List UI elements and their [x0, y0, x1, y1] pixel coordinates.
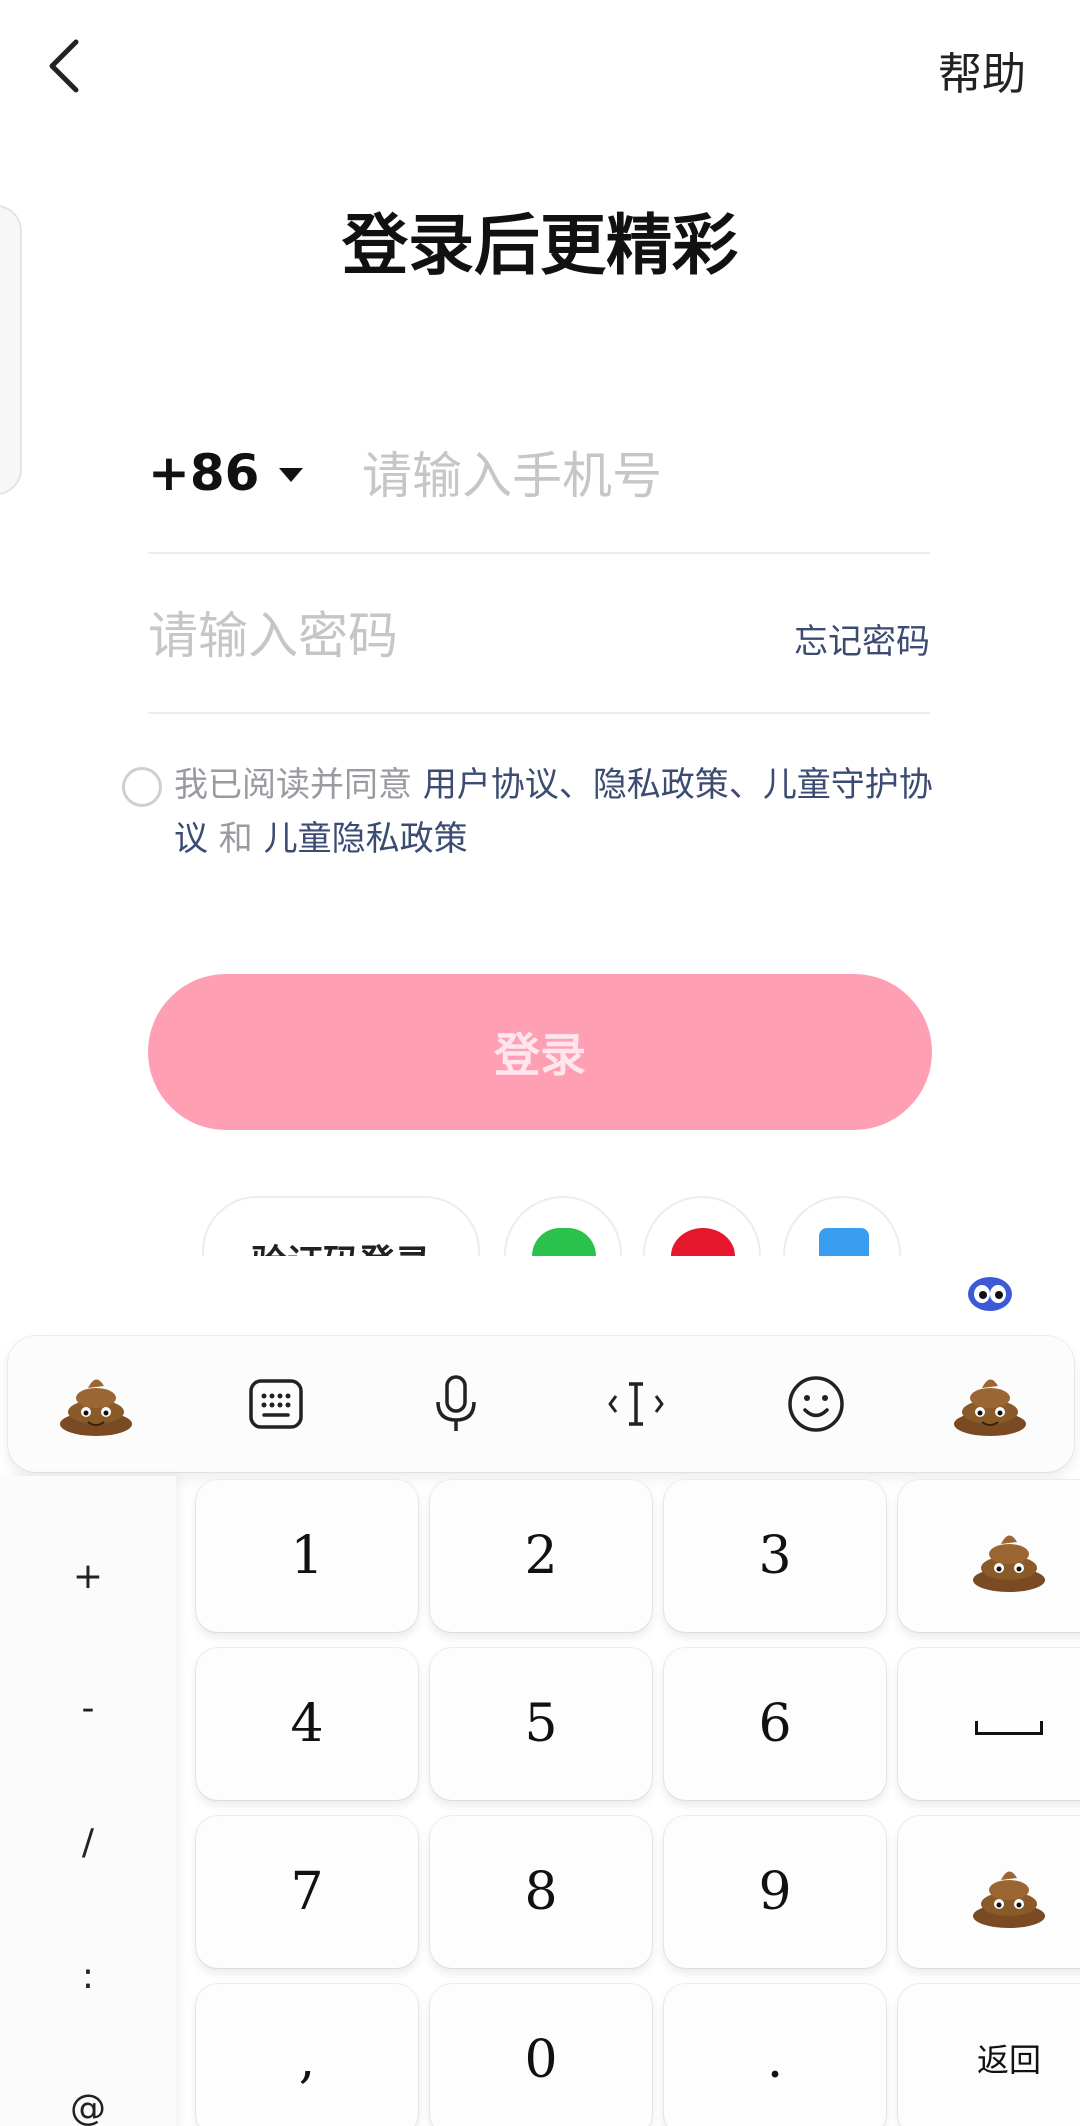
weibo-login-button[interactable]	[643, 1196, 761, 1256]
sms-login-button[interactable]: 验证码登录	[202, 1196, 480, 1256]
poop-emoji-key[interactable]	[898, 1480, 1080, 1632]
return-key[interactable]: 返回	[898, 1984, 1080, 2126]
key-comma[interactable]: ,	[196, 1984, 418, 2126]
keyboard-top-bar	[0, 1256, 1080, 1336]
space-key[interactable]	[898, 1648, 1080, 1800]
symbol-key-at[interactable]: @	[0, 2088, 176, 2126]
poop-emoji-key[interactable]	[898, 1816, 1080, 1968]
child-privacy-link[interactable]: 儿童隐私政策	[264, 819, 468, 859]
agreement-checkbox[interactable]	[122, 767, 162, 807]
key-6[interactable]: 6	[664, 1648, 886, 1800]
dropdown-arrow-icon	[279, 468, 304, 482]
phone-input[interactable]	[362, 440, 922, 512]
poop-emoji-icon	[973, 1534, 1045, 1592]
agreement-text: 我已阅读并同意 用户协议、隐私政策、儿童守护协议 和 儿童隐私政策	[174, 758, 944, 866]
agreement-prefix: 我已阅读并同意	[174, 765, 423, 805]
key-0[interactable]: 0	[430, 1984, 652, 2126]
microphone-icon[interactable]	[416, 1364, 496, 1444]
weibo-icon	[671, 1228, 735, 1256]
country-code: +86	[148, 444, 260, 502]
user-agreement-link[interactable]: 用户协议	[423, 765, 559, 805]
divider	[148, 712, 930, 714]
numeric-keyboard: + - / : @ 1 2 3 4 5 6 7 8 9 , 0 . 返回	[0, 1256, 1080, 2126]
qq-icon	[819, 1228, 869, 1256]
symbol-column: + - / : @	[0, 1476, 176, 2126]
back-arrow-icon[interactable]	[40, 36, 88, 96]
key-7[interactable]: 7	[196, 1816, 418, 1968]
password-input[interactable]	[148, 600, 708, 672]
wechat-login-button[interactable]	[504, 1196, 622, 1256]
key-2[interactable]: 2	[430, 1480, 652, 1632]
symbol-key-minus[interactable]: -	[0, 1688, 176, 1729]
forgot-password-link[interactable]: 忘记密码	[794, 614, 930, 663]
poop-emoji-icon[interactable]	[56, 1364, 136, 1444]
alternate-login-row: 验证码登录	[0, 1196, 1080, 1256]
poop-emoji-icon[interactable]	[950, 1364, 1030, 1444]
login-button[interactable]: 登录	[148, 974, 932, 1130]
symbol-key-plus[interactable]: +	[0, 1556, 176, 1597]
poop-emoji-icon	[973, 1870, 1045, 1928]
symbol-key-colon[interactable]: :	[0, 1956, 176, 1997]
wechat-icon	[532, 1228, 596, 1256]
key-1[interactable]: 1	[196, 1480, 418, 1632]
privacy-policy-link[interactable]: 隐私政策	[593, 765, 729, 805]
agreement-and: 和	[208, 819, 264, 859]
key-8[interactable]: 8	[430, 1816, 652, 1968]
key-5[interactable]: 5	[430, 1648, 652, 1800]
space-icon	[975, 1720, 1043, 1735]
help-link[interactable]: 帮助	[938, 38, 1026, 102]
cursor-move-icon[interactable]	[596, 1364, 676, 1444]
key-9[interactable]: 9	[664, 1816, 886, 1968]
divider	[148, 552, 930, 554]
key-period[interactable]: .	[664, 1984, 886, 2126]
key-4[interactable]: 4	[196, 1648, 418, 1800]
page-title: 登录后更精彩	[342, 207, 738, 284]
keyboard-toolbar	[8, 1336, 1074, 1472]
qq-login-button[interactable]	[783, 1196, 901, 1256]
keyboard-icon[interactable]	[236, 1364, 316, 1444]
separator: 、	[558, 765, 593, 805]
symbol-key-slash[interactable]: /	[0, 1822, 176, 1863]
assistant-icon[interactable]	[966, 1274, 1014, 1314]
country-code-selector[interactable]: +86	[148, 444, 304, 502]
key-3[interactable]: 3	[664, 1480, 886, 1632]
separator: 、	[728, 765, 763, 805]
emoji-face-icon[interactable]	[776, 1364, 856, 1444]
